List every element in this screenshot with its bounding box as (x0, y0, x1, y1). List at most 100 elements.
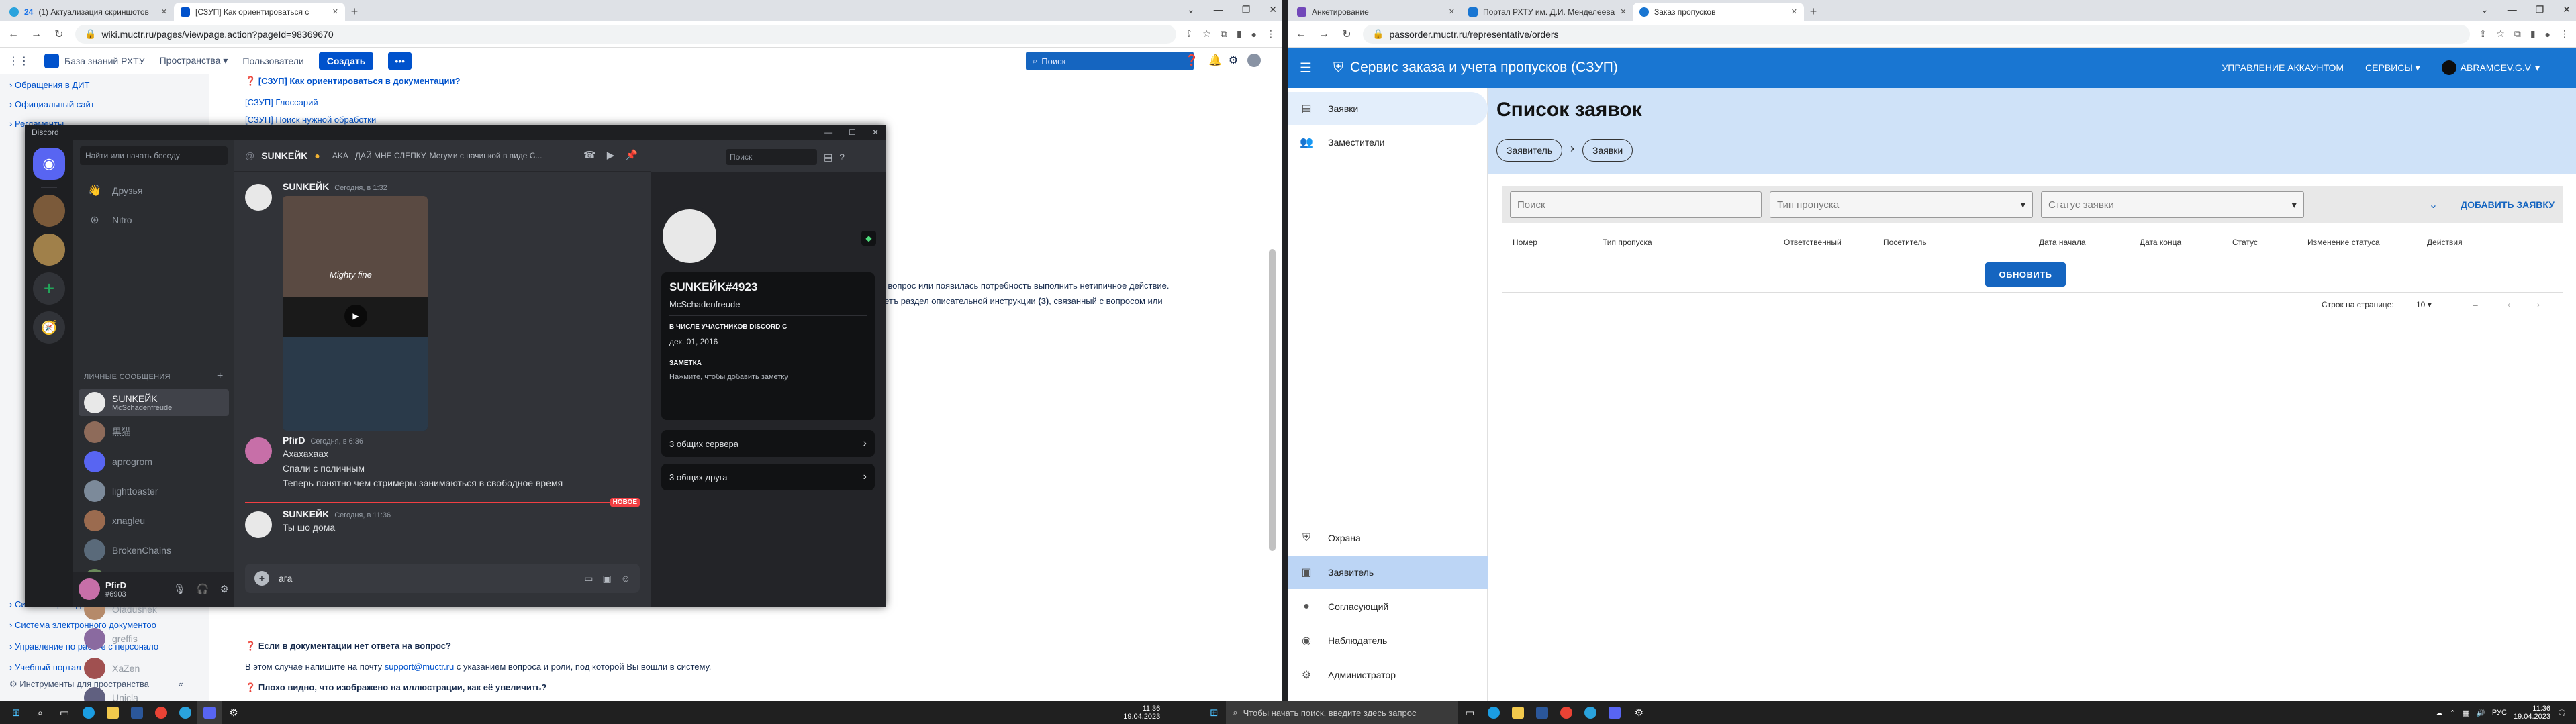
minimize-icon[interactable]: — (2508, 4, 2517, 15)
right-clock[interactable]: 11:36 19.04.2023 (2514, 705, 2550, 721)
dm-nitro[interactable]: ⊛ Nitro (79, 207, 229, 234)
dm-item[interactable]: xnagleu (79, 507, 229, 534)
dm-item[interactable]: XaZen (79, 655, 229, 682)
nav-services[interactable]: СЕРВИСЫ ▾ (2365, 62, 2420, 74)
back-icon[interactable]: ← (7, 28, 20, 40)
wiki-search-input[interactable]: ⌕ Поиск (1026, 52, 1194, 70)
apps-icon[interactable]: ⋮⋮ (8, 54, 30, 68)
chrome-icon[interactable] (1554, 701, 1578, 724)
file-explorer-icon[interactable] (101, 701, 125, 724)
avatar[interactable] (245, 511, 272, 538)
left-tab-2[interactable]: [СЗУП] Как ориентироваться с ✕ (174, 3, 345, 21)
weather-icon[interactable]: ☁ (2436, 709, 2443, 717)
microphone-icon[interactable]: 🎙 (173, 583, 186, 595)
doc-link[interactable]: [СЗУП] Поиск нужной обработки (245, 115, 376, 125)
help-icon[interactable]: ? (839, 152, 845, 162)
network-icon[interactable]: ▦ (2463, 709, 2469, 717)
create-button[interactable]: Создать (318, 52, 374, 70)
settings-icon[interactable]: ⚙ (1627, 701, 1651, 724)
sidebar-icon[interactable]: ▮ (2530, 28, 2536, 40)
dm-item[interactable]: 黒猫 (79, 419, 229, 446)
message-author[interactable]: PfirD Сегодня, в 6:36 (283, 435, 363, 446)
sidebar-item-deputies[interactable]: 👥 Заместители (1288, 125, 1488, 159)
edge-icon[interactable] (77, 701, 101, 724)
more-button[interactable]: ••• (388, 52, 412, 70)
telegram-icon[interactable] (1578, 701, 1603, 724)
inbox-icon[interactable]: ▤ (824, 152, 832, 163)
column-header[interactable]: Посетитель (1883, 238, 1927, 247)
menu-icon[interactable]: ⋮ (2560, 28, 2569, 40)
breadcrumb-orders[interactable]: Заявки (1582, 139, 1633, 162)
column-header[interactable]: Статус (2232, 238, 2258, 247)
sidebar-item-security[interactable]: ⛨ Охрана (1288, 521, 1488, 555)
windows-start-icon[interactable]: ⊞ (1202, 701, 1226, 724)
forward-icon[interactable]: → (30, 28, 43, 40)
task-view-icon[interactable]: ▭ (1458, 701, 1482, 724)
sticker-icon[interactable]: ▣ (602, 573, 611, 584)
chevron-down-icon[interactable]: ⌄ (2481, 4, 2489, 15)
sidebar-item-applicant[interactable]: ▣ Заявитель (1288, 556, 1488, 589)
close-icon[interactable]: ✕ (2563, 4, 2571, 15)
telegram-icon[interactable] (173, 701, 197, 724)
avatar[interactable] (245, 184, 272, 211)
new-tab-button[interactable]: + (345, 3, 364, 21)
message-composer[interactable]: + ага ▭ ▣ ☺ (245, 564, 640, 593)
user-menu[interactable]: ABRAMCEV.G.V ▾ (2441, 60, 2540, 75)
file-explorer-icon[interactable] (1506, 701, 1530, 724)
back-icon[interactable]: ← (1294, 28, 1308, 40)
rows-per-page-select[interactable]: 10 ▾ (2416, 300, 2432, 309)
dm-item[interactable]: greffis (79, 625, 229, 652)
column-header[interactable]: Дата начала (2039, 238, 2086, 247)
url-input[interactable]: 🔒 wiki.muctr.ru/pages/viewpage.action?pa… (75, 24, 1176, 44)
left-tab-1[interactable]: 24 (1) Актуализация скриншотов ✕ (3, 3, 174, 21)
windows-start-icon[interactable]: ⊞ (4, 701, 28, 724)
call-icon[interactable]: ☎ (583, 149, 596, 161)
language-indicator[interactable]: РУС (2492, 709, 2507, 717)
nav-account[interactable]: УПРАВЛЕНИЕ АККАУНТОМ (2222, 62, 2344, 73)
avatar[interactable] (659, 205, 720, 267)
chevron-up-icon[interactable]: ⌃ (2450, 709, 2456, 717)
notifications-icon[interactable]: 🔔 (1208, 54, 1222, 67)
message-author[interactable]: SUNKEЙK Сегодня, в 1:32 (283, 181, 387, 192)
sidebar-item-approver[interactable]: ● Согласующий (1288, 590, 1488, 623)
add-dm-icon[interactable]: + (217, 370, 224, 382)
doc-link[interactable]: [СЗУП] Глоссарий (245, 97, 318, 107)
sidebar-item[interactable]: › Обращения в ДИТ (9, 80, 89, 90)
close-icon[interactable]: ✕ (1791, 7, 1797, 16)
menu-icon[interactable]: ⋮ (1266, 28, 1276, 40)
avatar[interactable] (245, 437, 272, 464)
dm-item[interactable]: SUNKEЙK McSchadenfreude (79, 389, 229, 416)
hamburger-menu-icon[interactable]: ☰ (1300, 60, 1312, 76)
expand-icon[interactable]: ⌄ (2429, 198, 2438, 211)
settings-icon[interactable]: ⚙ (1229, 54, 1238, 67)
new-tab-button[interactable]: + (1804, 3, 1823, 21)
share-icon[interactable]: ⇪ (2479, 28, 2487, 40)
sidebar-item-observer[interactable]: ◉ Наблюдатель (1288, 624, 1488, 658)
sidebar-item-orders[interactable]: ▤ Заявки (1288, 92, 1488, 125)
pass-type-select[interactable]: Тип пропуска ▾ (1770, 191, 2033, 218)
help-icon[interactable]: ❓ (1185, 54, 1198, 67)
column-header[interactable]: Действия (2427, 238, 2463, 247)
column-header[interactable]: Номер (1513, 238, 1537, 247)
discord-icon[interactable] (1603, 701, 1627, 724)
add-order-button[interactable]: ДОБАВИТЬ ЗАЯВКУ (2461, 199, 2555, 210)
profile-icon[interactable]: ● (2545, 29, 2550, 40)
add-attachment-icon[interactable]: + (254, 571, 269, 586)
column-header[interactable]: Изменение статуса (2307, 238, 2380, 247)
faq-question[interactable]: ❓ Плохо видно, что изображено на иллюстр… (245, 682, 546, 693)
sidebar-icon[interactable]: ▮ (1237, 28, 1242, 40)
sidebar-item-admin[interactable]: ⚙ Администратор (1288, 658, 1488, 692)
discord-search-input[interactable]: Поиск (726, 149, 817, 165)
emoji-icon[interactable]: ☺ (621, 573, 630, 584)
url-input[interactable]: 🔒 passorder.muctr.ru/representative/orde… (1363, 24, 2470, 44)
next-page-icon[interactable]: › (2537, 300, 2540, 309)
close-icon[interactable]: ✕ (1449, 7, 1455, 16)
minimize-icon[interactable]: — (824, 127, 832, 137)
close-icon[interactable]: ✕ (1269, 4, 1277, 15)
close-icon[interactable]: ✕ (161, 7, 167, 16)
maximize-icon[interactable]: ❐ (2536, 4, 2544, 15)
headphones-icon[interactable]: 🎧 (197, 583, 209, 595)
add-server-icon[interactable]: + (33, 272, 65, 305)
discord-icon[interactable] (197, 701, 222, 724)
task-view-icon[interactable]: ▭ (52, 701, 77, 724)
